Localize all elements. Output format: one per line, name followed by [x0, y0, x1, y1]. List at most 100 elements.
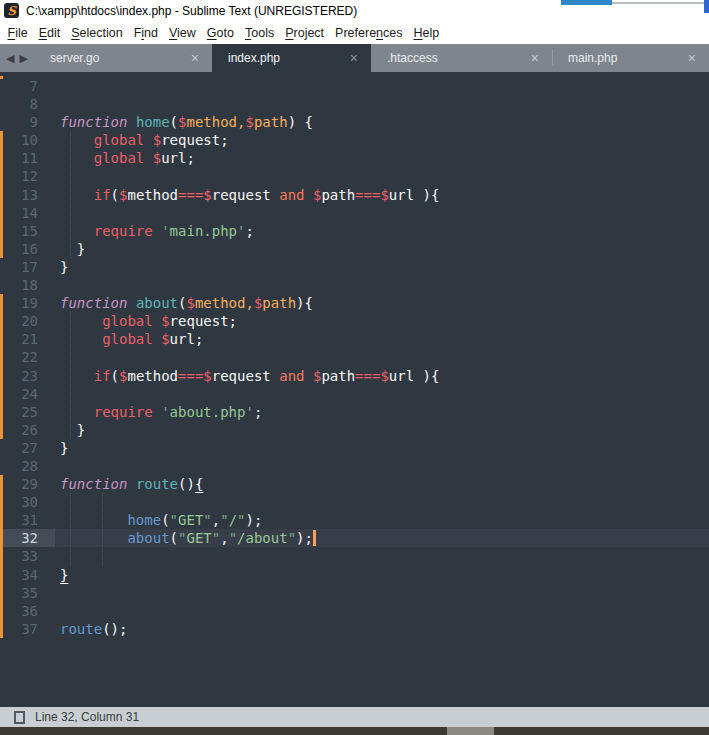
token: GET	[186, 530, 211, 546]
code-text: global $request;	[60, 313, 237, 329]
code-line-35[interactable]: 35	[0, 584, 709, 602]
token: ===	[178, 368, 203, 384]
menu-tools[interactable]: Tools	[239, 26, 279, 40]
token	[60, 132, 94, 148]
token: method	[195, 295, 246, 311]
line-number: 31	[0, 511, 55, 529]
token: path	[262, 295, 296, 311]
code-line-10[interactable]: 10 global $request;	[0, 131, 709, 149]
code-line-29[interactable]: 29function route(){	[0, 475, 709, 493]
code-line-7[interactable]: 7	[0, 77, 709, 95]
titlebar: S C:\xampp\htdocs\index.php - Sublime Te…	[0, 0, 709, 21]
tab-close-icon[interactable]: ×	[350, 50, 358, 66]
token: }	[60, 241, 85, 257]
line-number: 12	[0, 167, 55, 185]
token: $	[153, 150, 161, 166]
code-line-13[interactable]: 13 if($method===$request and $path===$ur…	[0, 186, 709, 204]
prev-tab-arrow-icon[interactable]: ◀	[6, 52, 14, 65]
token: GET	[178, 512, 203, 528]
code-line-12[interactable]: 12	[0, 167, 709, 185]
token: require	[94, 404, 153, 420]
token	[127, 114, 135, 130]
token: "	[237, 512, 245, 528]
indent-guide	[102, 493, 103, 565]
tabbar: ◀ ▶ server.go×index.php×.htaccess×main.p…	[0, 44, 709, 72]
menu-project[interactable]: Project	[280, 26, 330, 40]
tab-close-icon[interactable]: ×	[688, 50, 696, 66]
code-text: require 'about.php';	[60, 404, 262, 420]
token: ){	[414, 368, 439, 384]
code-line-20[interactable]: 20 global $request;	[0, 312, 709, 330]
code-line-34[interactable]: 34}	[0, 566, 709, 584]
menu-edit[interactable]: Edit	[33, 26, 66, 40]
tab-close-icon[interactable]: ×	[531, 50, 539, 66]
code-text: global $request;	[60, 132, 229, 148]
token: $	[153, 132, 161, 148]
token	[153, 404, 161, 420]
panel-toggle-icon[interactable]	[14, 711, 25, 724]
code-line-33[interactable]: 33	[0, 547, 709, 565]
code-line-25[interactable]: 25 require 'about.php';	[0, 403, 709, 421]
code-line-37[interactable]: 37route();	[0, 620, 709, 638]
token: $	[203, 368, 211, 384]
code-line-11[interactable]: 11 global $url;	[0, 149, 709, 167]
token: about	[127, 530, 169, 546]
token: ();	[102, 621, 127, 637]
code-line-17[interactable]: 17}	[0, 258, 709, 276]
menu-selection[interactable]: Selection	[66, 26, 128, 40]
line-number: 23	[0, 367, 55, 385]
tab-close-icon[interactable]: ×	[191, 50, 199, 66]
code-text: }	[60, 440, 68, 456]
token: '	[161, 404, 169, 420]
tab-label: .htaccess	[371, 51, 438, 65]
sublime-logo-icon: S	[4, 3, 19, 18]
code-line-21[interactable]: 21 global $url;	[0, 330, 709, 348]
menu-find[interactable]: Find	[128, 26, 163, 40]
modified-lines-marker	[0, 475, 3, 638]
text-cursor	[313, 530, 316, 546]
code-line-32[interactable]: 32 about("GET","/about");	[0, 529, 709, 547]
next-tab-arrow-icon[interactable]: ▶	[20, 52, 28, 65]
code-line-26[interactable]: 26 }	[0, 421, 709, 439]
line-number: 22	[0, 348, 55, 366]
code-line-28[interactable]: 28	[0, 457, 709, 475]
token: function	[60, 476, 127, 492]
menu-view[interactable]: View	[163, 26, 201, 40]
code-text: }	[60, 422, 85, 438]
code-line-8[interactable]: 8	[0, 95, 709, 113]
code-text: global $url;	[60, 150, 195, 166]
code-line-22[interactable]: 22	[0, 348, 709, 366]
code-line-30[interactable]: 30	[0, 493, 709, 511]
code-line-27[interactable]: 27}	[0, 439, 709, 457]
menu-file[interactable]: File	[2, 26, 33, 40]
code-line-19[interactable]: 19function about($method,$path){	[0, 294, 709, 312]
tab-label: index.php	[212, 51, 280, 65]
menu-goto[interactable]: Goto	[201, 26, 239, 40]
token	[127, 295, 135, 311]
token: home	[136, 114, 170, 130]
code-line-18[interactable]: 18	[0, 276, 709, 294]
tab-index-php[interactable]: index.php ×	[212, 44, 371, 72]
menu-preferences[interactable]: Preferences	[330, 26, 408, 40]
token: }	[60, 440, 68, 456]
window-title: C:\xampp\htdocs\index.php - Sublime Text…	[26, 4, 357, 18]
tab-server-go[interactable]: server.go×	[34, 44, 212, 72]
code-line-24[interactable]: 24	[0, 385, 709, 403]
token: global	[102, 331, 153, 347]
code-line-23[interactable]: 23 if($method===$request and $path===$ur…	[0, 367, 709, 385]
code-line-31[interactable]: 31 home("GET","/");	[0, 511, 709, 529]
code-line-9[interactable]: 9function home($method,$path) {	[0, 113, 709, 131]
token: '	[245, 404, 253, 420]
token: (	[161, 512, 169, 528]
token: ,	[212, 512, 220, 528]
code-line-15[interactable]: 15 require 'main.php';	[0, 222, 709, 240]
menu-help[interactable]: Help	[408, 26, 445, 40]
tab--htaccess[interactable]: .htaccess ×	[371, 44, 552, 72]
editor[interactable]: 789function home($method,$path) {10 glob…	[0, 72, 709, 707]
tab-main-php[interactable]: main.php×	[552, 44, 709, 72]
code-line-16[interactable]: 16 }	[0, 240, 709, 258]
line-number: 28	[0, 457, 55, 475]
line-number: 30	[0, 493, 55, 511]
code-line-14[interactable]: 14	[0, 204, 709, 222]
code-line-36[interactable]: 36	[0, 602, 709, 620]
